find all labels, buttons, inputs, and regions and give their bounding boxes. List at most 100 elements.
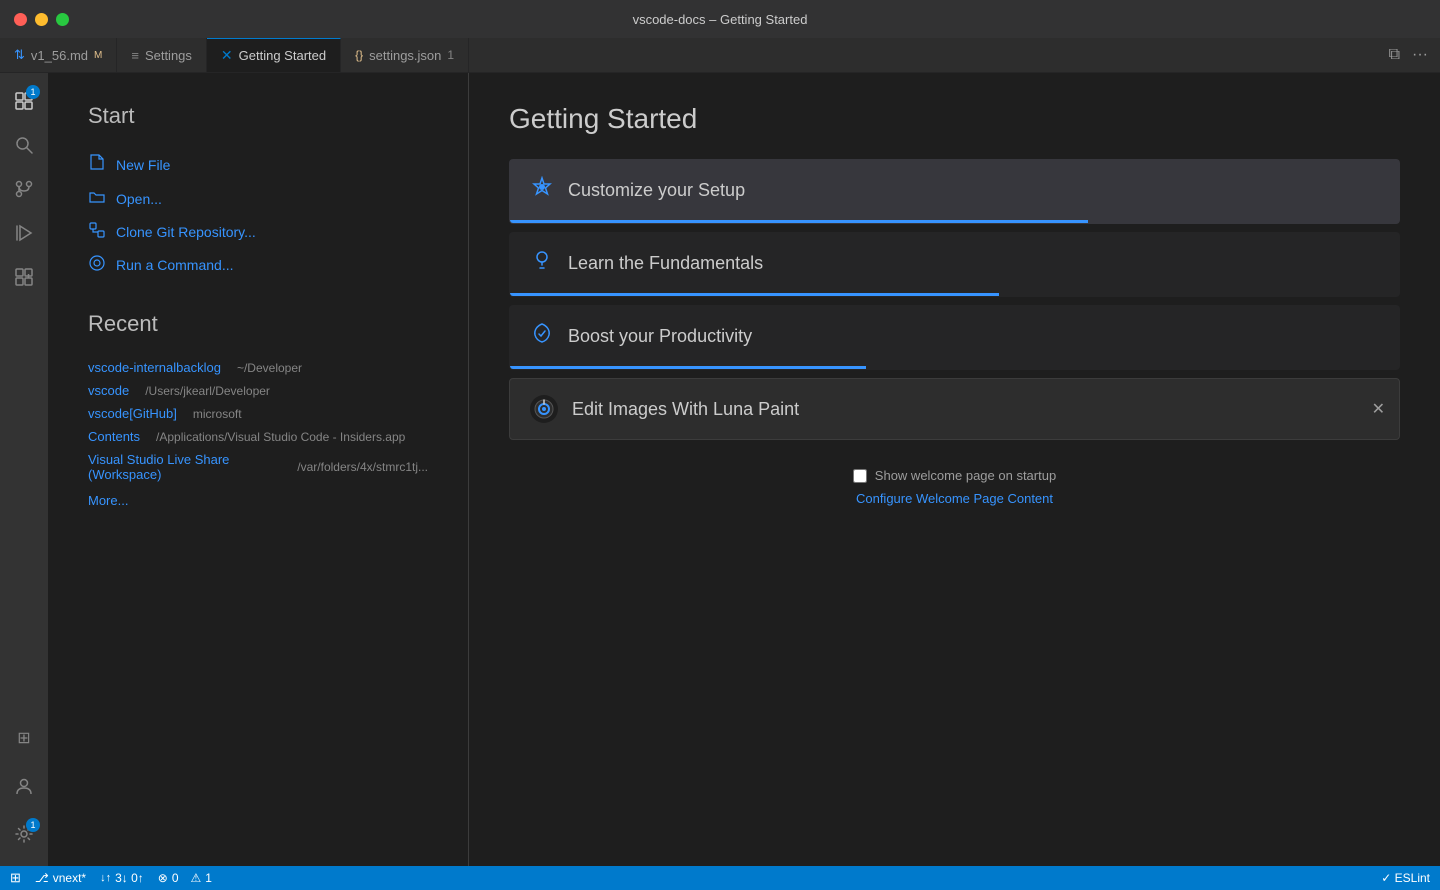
- status-bar-right: ✓ ESLint: [1381, 871, 1430, 885]
- category-card-customize[interactable]: Customize your Setup: [509, 159, 1400, 224]
- settings-icon: ≡: [131, 48, 139, 63]
- activity-bar-bottom: ⊞ 1: [4, 718, 44, 866]
- status-eslint[interactable]: ✓ ESLint: [1381, 871, 1430, 885]
- minimize-button[interactable]: [35, 13, 48, 26]
- customize-label: Customize your Setup: [568, 180, 745, 201]
- tab-label: v1_56.md: [31, 48, 88, 63]
- open-label: Open...: [116, 191, 162, 207]
- activity-icon-remote[interactable]: ⊞: [4, 718, 44, 758]
- recent-item-3[interactable]: Contents /Applications/Visual Studio Cod…: [88, 426, 428, 447]
- vscode-icon: ✕: [221, 47, 233, 64]
- run-command-label: Run a Command...: [116, 257, 234, 273]
- start-run-command[interactable]: Run a Command...: [88, 250, 428, 279]
- status-remote[interactable]: ⊞: [10, 870, 21, 886]
- fundamentals-progress: [510, 293, 999, 296]
- tab-settings[interactable]: ≡ Settings: [117, 38, 207, 72]
- run-command-icon: [88, 254, 106, 275]
- start-open[interactable]: Open...: [88, 184, 428, 213]
- activity-icon-settings[interactable]: 1: [4, 814, 44, 854]
- open-folder-icon: [88, 188, 106, 209]
- activity-icon-search[interactable]: [4, 125, 44, 165]
- window-title: vscode-docs – Getting Started: [633, 12, 808, 27]
- recent-name-3: Contents: [88, 429, 140, 444]
- split-editor-icon[interactable]: ⧉: [1385, 44, 1404, 66]
- productivity-icon: [530, 322, 554, 350]
- recent-item-0[interactable]: vscode-internalbacklog ~/Developer: [88, 357, 428, 378]
- recent-item-4[interactable]: Visual Studio Live Share (Workspace) /va…: [88, 449, 428, 485]
- new-file-icon: [88, 153, 106, 176]
- tab-bar: ⇅ v1_56.md M ≡ Settings ✕ Getting Starte…: [0, 38, 1440, 73]
- fundamentals-label: Learn the Fundamentals: [568, 253, 763, 274]
- category-header-customize: Customize your Setup: [510, 160, 1399, 220]
- status-errors[interactable]: ⊗ 0 ⚠ 1: [158, 871, 212, 885]
- activity-icon-extensions[interactable]: [4, 257, 44, 297]
- activity-icon-run[interactable]: [4, 213, 44, 253]
- footer-area: Show welcome page on startup Configure W…: [509, 448, 1400, 516]
- content-area: Start New File Open...: [48, 73, 1440, 866]
- tab-label: settings.json: [369, 48, 441, 63]
- sync-label: 3↓ 0↑: [115, 871, 144, 885]
- activity-icon-explorer[interactable]: 1: [4, 81, 44, 121]
- recent-path-2: microsoft: [193, 407, 242, 421]
- close-button[interactable]: [14, 13, 27, 26]
- start-new-file[interactable]: New File: [88, 149, 428, 180]
- activity-icon-source-control[interactable]: [4, 169, 44, 209]
- luna-paint-close-icon[interactable]: ✕: [1372, 399, 1385, 419]
- titlebar: vscode-docs – Getting Started: [0, 0, 1440, 38]
- recent-name-0: vscode-internalbacklog: [88, 360, 221, 375]
- category-header-fundamentals: Learn the Fundamentals: [510, 233, 1399, 293]
- luna-paint-icon: [530, 395, 558, 423]
- activity-icon-account[interactable]: [4, 766, 44, 806]
- recent-name-1: vscode: [88, 383, 129, 398]
- recent-path-3: /Applications/Visual Studio Code - Insid…: [156, 430, 405, 444]
- recent-path-4: /var/folders/4x/stmrc1tj...: [297, 460, 428, 474]
- status-bar: ⊞ ⎇ vnext* ↓↑ 3↓ 0↑ ⊗ 0 ⚠ 1 ✓ ESLint: [0, 866, 1440, 890]
- category-card-productivity[interactable]: Boost your Productivity: [509, 305, 1400, 370]
- customize-icon: [530, 176, 554, 204]
- clone-icon: [88, 221, 106, 242]
- recent-title: Recent: [88, 311, 428, 337]
- tab-getting-started[interactable]: ✕ Getting Started: [207, 38, 341, 72]
- show-welcome-checkbox[interactable]: [853, 469, 867, 483]
- remote-icon: ⊞: [10, 870, 21, 886]
- tab-settings-json[interactable]: {} settings.json 1: [341, 38, 469, 72]
- tab-number: 1: [447, 48, 454, 62]
- recent-name-4: Visual Studio Live Share (Workspace): [88, 452, 281, 482]
- right-panel: Getting Started Customize your Setup: [469, 73, 1440, 866]
- status-sync[interactable]: ↓↑ 3↓ 0↑: [100, 871, 144, 885]
- start-clone-git[interactable]: Clone Git Repository...: [88, 217, 428, 246]
- explorer-badge: 1: [26, 85, 40, 99]
- category-header-productivity: Boost your Productivity: [510, 306, 1399, 366]
- start-title: Start: [88, 103, 428, 129]
- file-icon: ⇅: [14, 47, 25, 63]
- warnings-label: 1: [205, 871, 212, 885]
- status-branch[interactable]: ⎇ vnext*: [35, 871, 86, 885]
- recent-item-1[interactable]: vscode /Users/jkearl/Developer: [88, 380, 428, 401]
- clone-git-label: Clone Git Repository...: [116, 224, 256, 240]
- more-link[interactable]: More...: [88, 493, 428, 508]
- json-icon: {}: [355, 48, 363, 62]
- more-actions-icon[interactable]: ···: [1408, 44, 1432, 66]
- extension-card-luna-paint[interactable]: Edit Images With Luna Paint ✕: [509, 378, 1400, 440]
- tab-label: Settings: [145, 48, 192, 63]
- recent-path-1: /Users/jkearl/Developer: [145, 384, 270, 398]
- recent-item-2[interactable]: vscode[GitHub] microsoft: [88, 403, 428, 424]
- luna-paint-label: Edit Images With Luna Paint: [572, 399, 799, 420]
- show-welcome-label: Show welcome page on startup: [875, 468, 1056, 483]
- errors-label: 0: [172, 871, 179, 885]
- productivity-progress: [510, 366, 866, 369]
- configure-welcome-link[interactable]: Configure Welcome Page Content: [856, 491, 1053, 506]
- warnings-icon: ⚠: [191, 871, 202, 885]
- category-card-fundamentals[interactable]: Learn the Fundamentals: [509, 232, 1400, 297]
- tab-actions: ⧉ ···: [1385, 38, 1440, 72]
- sync-icon: ↓↑: [100, 872, 111, 884]
- tab-v1_56[interactable]: ⇅ v1_56.md M: [0, 38, 117, 72]
- recent-path-0: ~/Developer: [237, 361, 302, 375]
- maximize-button[interactable]: [56, 13, 69, 26]
- customize-progress: [510, 220, 1088, 223]
- tab-label: Getting Started: [239, 48, 326, 63]
- settings-badge: 1: [26, 818, 40, 832]
- recent-section: Recent vscode-internalbacklog ~/Develope…: [88, 311, 428, 508]
- activity-bar: 1: [0, 73, 48, 866]
- left-panel: Start New File Open...: [48, 73, 468, 866]
